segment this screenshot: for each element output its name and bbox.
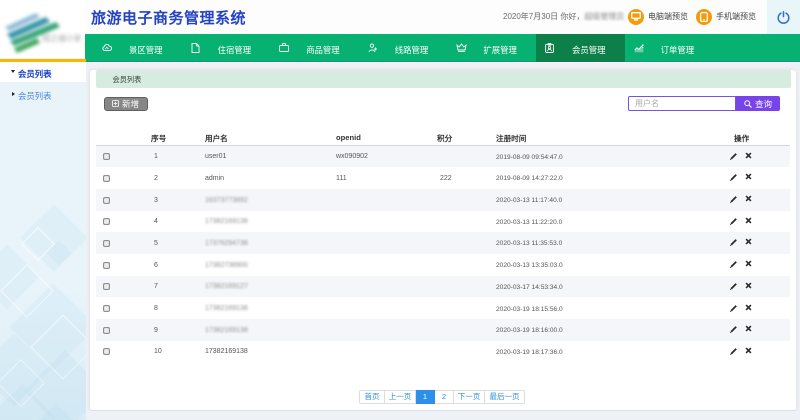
svg-text:绿之城小镇: 绿之城小镇 (42, 33, 80, 43)
